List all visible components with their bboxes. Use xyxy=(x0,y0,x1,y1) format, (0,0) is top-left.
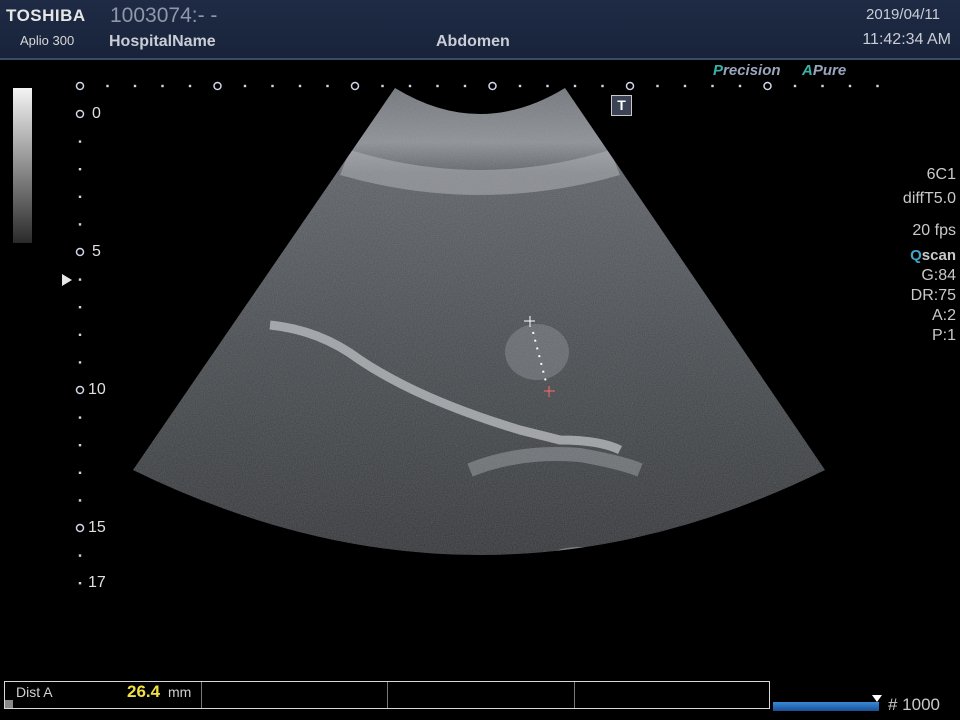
cine-progress-bar[interactable] xyxy=(773,702,879,711)
lateral-minor-tick xyxy=(463,84,467,88)
lateral-minor-tick xyxy=(876,84,879,88)
lateral-minor-tick xyxy=(821,84,824,88)
depth-major-tick xyxy=(75,109,85,119)
lateral-minor-tick xyxy=(106,84,109,88)
ultrasound-image xyxy=(75,81,879,585)
lateral-minor-tick xyxy=(381,84,384,88)
focus-marker-icon[interactable] xyxy=(62,274,72,286)
precision-badge: Precision xyxy=(713,62,781,79)
lateral-major-tick xyxy=(213,81,222,91)
lateral-minor-tick xyxy=(656,84,659,88)
frame-rate: 20 fps xyxy=(912,222,956,239)
a-param: A:2 xyxy=(931,307,956,324)
depth-label-15: 15 xyxy=(88,519,106,536)
depth-minor-tick xyxy=(78,223,82,226)
lateral-minor-tick xyxy=(408,84,412,88)
dynamic-range-value: DR:75 xyxy=(910,287,956,304)
lateral-minor-tick xyxy=(546,84,549,88)
text-annotation-icon[interactable]: T xyxy=(611,95,632,116)
lateral-minor-tick xyxy=(188,84,192,88)
lateral-major-tick xyxy=(75,81,85,91)
probe-label: 6C1 xyxy=(926,166,956,183)
lateral-minor-tick xyxy=(436,84,439,88)
lateral-minor-tick xyxy=(161,84,164,88)
measurement-unit: mm xyxy=(168,684,192,700)
lateral-minor-tick xyxy=(326,84,329,88)
depth-minor-tick xyxy=(78,554,82,557)
gray-scale-bar xyxy=(13,88,32,243)
lateral-minor-tick xyxy=(793,84,797,88)
depth-minor-tick xyxy=(78,444,82,447)
measurement-label: Dist A xyxy=(16,684,53,700)
lateral-minor-tick xyxy=(133,84,137,88)
depth-label-10: 10 xyxy=(88,381,106,398)
depth-minor-tick xyxy=(78,499,82,502)
imaging-mode: diffT5.0 xyxy=(902,190,956,207)
depth-major-tick xyxy=(75,523,85,533)
lateral-minor-tick xyxy=(848,84,852,88)
lateral-minor-tick xyxy=(271,84,274,88)
lateral-scale xyxy=(75,81,879,91)
apure-badge: APure xyxy=(802,62,847,79)
depth-label-5: 5 xyxy=(92,243,101,260)
measurement-table: Dist A 26.4 mm xyxy=(4,681,770,709)
depth-major-tick xyxy=(75,247,85,257)
lateral-major-tick xyxy=(350,81,360,91)
depth-label-17: 17 xyxy=(88,574,106,591)
depth-scale xyxy=(75,109,85,585)
lateral-minor-tick xyxy=(518,84,522,88)
frame-count: # 1000 xyxy=(888,695,940,714)
measurement-value: 26.4 xyxy=(127,682,161,701)
depth-minor-tick xyxy=(78,416,82,419)
lateral-minor-tick xyxy=(243,84,247,88)
depth-label-0: 0 xyxy=(92,105,101,122)
measurement-cell-3 xyxy=(387,682,575,708)
gain-value: G:84 xyxy=(921,267,956,284)
p-param: P:1 xyxy=(931,327,956,344)
lateral-minor-tick xyxy=(573,84,577,88)
depth-minor-tick xyxy=(78,140,82,143)
lateral-minor-tick xyxy=(601,84,604,88)
depth-minor-tick xyxy=(78,333,82,336)
depth-minor-tick xyxy=(78,168,82,171)
lateral-minor-tick xyxy=(738,84,742,88)
measurement-cell-4 xyxy=(574,682,769,708)
corner-marker xyxy=(5,700,13,708)
measurement-cell-2 xyxy=(201,682,388,708)
depth-major-tick xyxy=(75,385,85,395)
depth-minor-tick xyxy=(78,306,82,309)
lateral-minor-tick xyxy=(298,84,302,88)
lateral-major-tick xyxy=(763,81,772,91)
lateral-major-tick xyxy=(488,81,497,91)
depth-minor-tick xyxy=(78,582,82,585)
cine-position-icon[interactable] xyxy=(872,695,882,702)
lateral-minor-tick xyxy=(711,84,714,88)
depth-minor-tick xyxy=(78,361,82,364)
depth-minor-tick xyxy=(78,195,82,198)
lateral-minor-tick xyxy=(683,84,687,88)
measurement-cell-1: Dist A 26.4 mm xyxy=(5,682,202,708)
qscan-badge: Qscan xyxy=(910,247,956,264)
lateral-major-tick xyxy=(625,81,635,91)
depth-minor-tick xyxy=(78,278,82,281)
depth-minor-tick xyxy=(78,471,82,474)
